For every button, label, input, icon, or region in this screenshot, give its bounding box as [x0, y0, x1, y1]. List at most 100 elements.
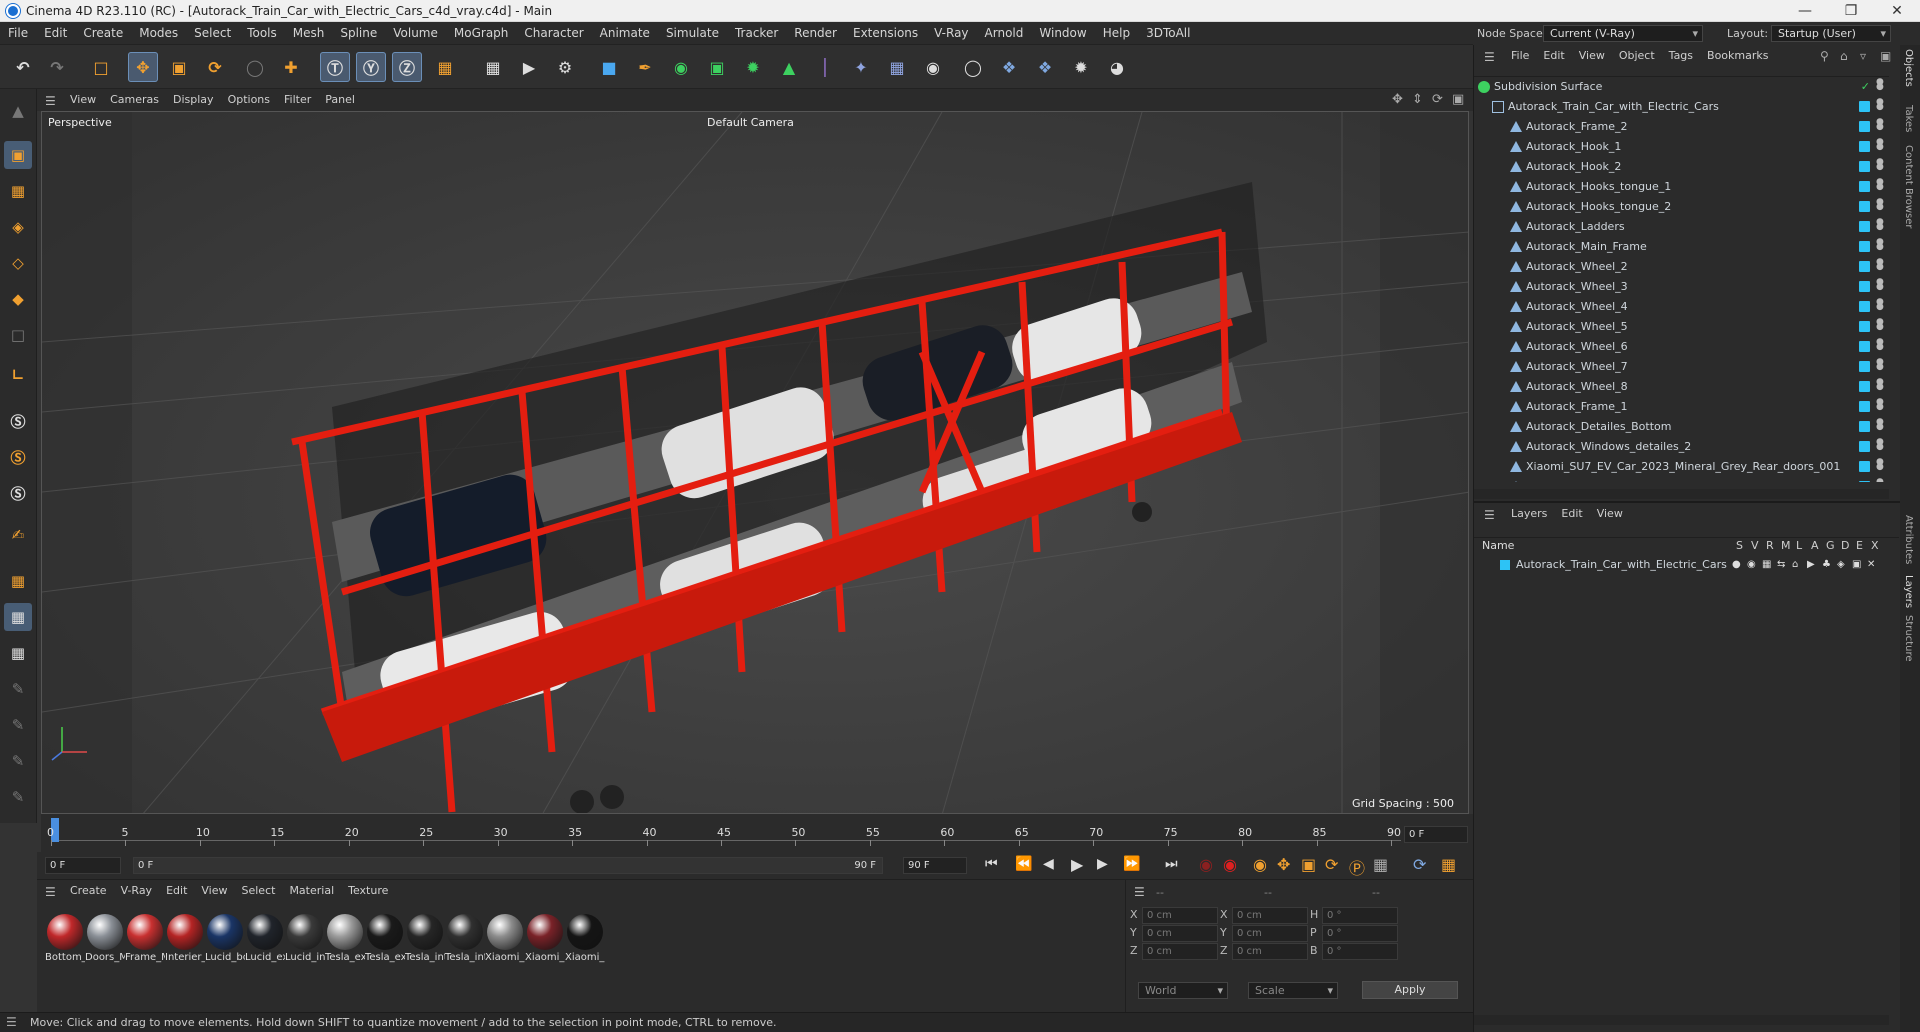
workplane-icon[interactable]: ✍: [4, 521, 32, 549]
uv-mode-icon[interactable]: □: [4, 321, 32, 349]
node-space-select[interactable]: Current (V-Ray): [1543, 25, 1703, 42]
visibility-dots[interactable]: ●●: [1876, 338, 1884, 354]
objects-menu-object[interactable]: Object: [1612, 45, 1662, 67]
texture-mode-icon[interactable]: ▦: [4, 177, 32, 205]
material-menu-select[interactable]: Select: [235, 880, 283, 902]
layer-hscrollbar[interactable]: [1474, 1015, 1889, 1025]
material-hamburger-icon[interactable]: ☰: [45, 885, 56, 899]
visibility-dots[interactable]: ●●: [1876, 418, 1884, 434]
menu-extensions[interactable]: Extensions: [845, 22, 926, 45]
snap-icon[interactable]: Ⓢ: [4, 407, 32, 435]
material-menu-edit[interactable]: Edit: [159, 880, 194, 902]
close-button[interactable]: ✕: [1874, 0, 1920, 22]
python-script-icon[interactable]: ❖: [1030, 52, 1060, 82]
objects-menu-bookmarks[interactable]: Bookmarks: [1700, 45, 1775, 67]
object-row[interactable]: Autorack_Detailes_Bottom ● ●: [1474, 417, 1884, 437]
autokey-icon[interactable]: ◉: [1223, 855, 1237, 874]
deformer-icon[interactable]: │: [810, 52, 840, 82]
coord-position-field[interactable]: 0 cm: [1142, 907, 1218, 924]
visibility-dots[interactable]: ●●: [1876, 98, 1884, 114]
coord-rotation-field[interactable]: 0 °: [1322, 925, 1398, 942]
tab-takes[interactable]: Takes: [1903, 105, 1914, 132]
edges-mode-icon[interactable]: ◇: [4, 249, 32, 277]
visibility-dots[interactable]: ●●: [1876, 318, 1884, 334]
recent-tool-icon[interactable]: ◯: [240, 52, 270, 82]
viewport-menu-filter[interactable]: Filter: [277, 89, 318, 111]
layer-toggle-icon[interactable]: ▣: [1852, 555, 1861, 575]
visibility-dots[interactable]: ●●: [1876, 118, 1884, 134]
layer-color-swatch[interactable]: [1859, 141, 1870, 152]
grid-icon[interactable]: ▦: [4, 567, 32, 595]
model-mode-icon[interactable]: ▲: [4, 97, 32, 125]
key-pla-icon[interactable]: ▦: [1373, 855, 1388, 874]
menu-create[interactable]: Create: [75, 22, 131, 45]
vray-settings-icon[interactable]: ✹: [1066, 52, 1096, 82]
object-row[interactable]: Autorack_Wheel_6 ● ●: [1474, 337, 1884, 357]
mograph-icon[interactable]: ▲: [774, 52, 804, 82]
render-view-icon[interactable]: ▦: [478, 52, 508, 82]
motion-system-icon[interactable]: ⟳: [1413, 855, 1426, 874]
material-menu-texture[interactable]: Texture: [341, 880, 395, 902]
object-row[interactable]: Autorack_Hooks_tongue_2 ● ●: [1474, 197, 1884, 217]
3d-viewport[interactable]: Perspective Default Camera Grid Spacing …: [41, 111, 1469, 814]
visibility-dots[interactable]: ●●: [1876, 378, 1884, 394]
layer-color-swatch[interactable]: [1859, 161, 1870, 172]
object-row[interactable]: Subdivision Surface ✓ ● ●: [1474, 77, 1884, 97]
layer-color-swatch[interactable]: [1500, 560, 1510, 570]
object-row[interactable]: Autorack_Frame_1 ● ●: [1474, 397, 1884, 417]
python-icon[interactable]: ❖: [994, 52, 1024, 82]
quantize-icon[interactable]: Ⓢ: [4, 479, 32, 507]
material-menu-material[interactable]: Material: [282, 880, 341, 902]
menu-volume[interactable]: Volume: [385, 22, 446, 45]
coord-size-field[interactable]: 0 cm: [1232, 907, 1308, 924]
scale-tool-icon[interactable]: ▣: [164, 52, 194, 82]
layer-toggle-icon[interactable]: ✕: [1867, 555, 1875, 575]
object-row[interactable]: Autorack_Wheel_8 ● ●: [1474, 377, 1884, 397]
z-axis-lock-icon[interactable]: Ⓩ: [392, 52, 422, 82]
move-tool-icon[interactable]: ✥: [128, 52, 158, 82]
record-active-icon[interactable]: ◉: [1199, 855, 1213, 874]
object-hscrollbar[interactable]: [1474, 489, 1889, 499]
menu-spline[interactable]: Spline: [332, 22, 385, 45]
coord-rotation-field[interactable]: 0 °: [1322, 907, 1398, 924]
key-position-icon[interactable]: ✥: [1277, 855, 1290, 874]
menu-modes[interactable]: Modes: [131, 22, 186, 45]
layer-toggle-icon[interactable]: ⌂: [1792, 555, 1798, 575]
viewport-maximize-icon[interactable]: ▣: [1452, 92, 1464, 107]
play-icon[interactable]: ▶: [1071, 855, 1083, 874]
menu-select[interactable]: Select: [186, 22, 239, 45]
menu-animate[interactable]: Animate: [592, 22, 658, 45]
viewport-menu-cameras[interactable]: Cameras: [103, 89, 166, 111]
layer-color-swatch[interactable]: [1859, 181, 1870, 192]
visibility-dots[interactable]: ●●: [1876, 358, 1884, 374]
go-to-start-icon[interactable]: ⏮: [985, 856, 998, 872]
layer-toggle-icon[interactable]: ◉: [1747, 555, 1756, 575]
enable-check-icon[interactable]: ✓: [1861, 77, 1870, 97]
layers-menu-layers[interactable]: Layers: [1504, 503, 1554, 525]
layer-color-swatch[interactable]: [1859, 461, 1870, 472]
layer-color-swatch[interactable]: [1859, 421, 1870, 432]
key-parameter-icon[interactable]: Ⓟ: [1349, 855, 1365, 879]
layers-menu-view[interactable]: View: [1590, 503, 1630, 525]
menu-mesh[interactable]: Mesh: [285, 22, 333, 45]
status-menu-icon[interactable]: ☰: [6, 1015, 17, 1029]
viewport-menu-panel[interactable]: Panel: [318, 89, 362, 111]
object-filter-icon[interactable]: ▿: [1860, 49, 1866, 63]
visibility-dots[interactable]: ●●: [1876, 158, 1884, 174]
material-menu-create[interactable]: Create: [63, 880, 114, 902]
apply-button[interactable]: Apply: [1362, 981, 1458, 999]
coordinate-system-icon[interactable]: ▦: [430, 52, 460, 82]
next-frame-icon[interactable]: ▶: [1097, 856, 1108, 872]
light-icon[interactable]: ◯: [958, 52, 988, 82]
floor-icon[interactable]: ▦: [882, 52, 912, 82]
layer-toggle-icon[interactable]: ◈: [1837, 555, 1845, 575]
viewport-menu-view[interactable]: View: [63, 89, 103, 111]
object-row[interactable]: Autorack_Hook_2 ● ●: [1474, 157, 1884, 177]
objects-menu-tags[interactable]: Tags: [1662, 45, 1700, 67]
object-row[interactable]: Autorack_Ladders ● ●: [1474, 217, 1884, 237]
material-menu-vray[interactable]: V-Ray: [114, 880, 160, 902]
visibility-dots[interactable]: ●●: [1876, 298, 1884, 314]
object-home-icon[interactable]: ⌂: [1840, 49, 1848, 63]
layer-color-swatch[interactable]: [1859, 241, 1870, 252]
objects-menu-edit[interactable]: Edit: [1536, 45, 1571, 67]
